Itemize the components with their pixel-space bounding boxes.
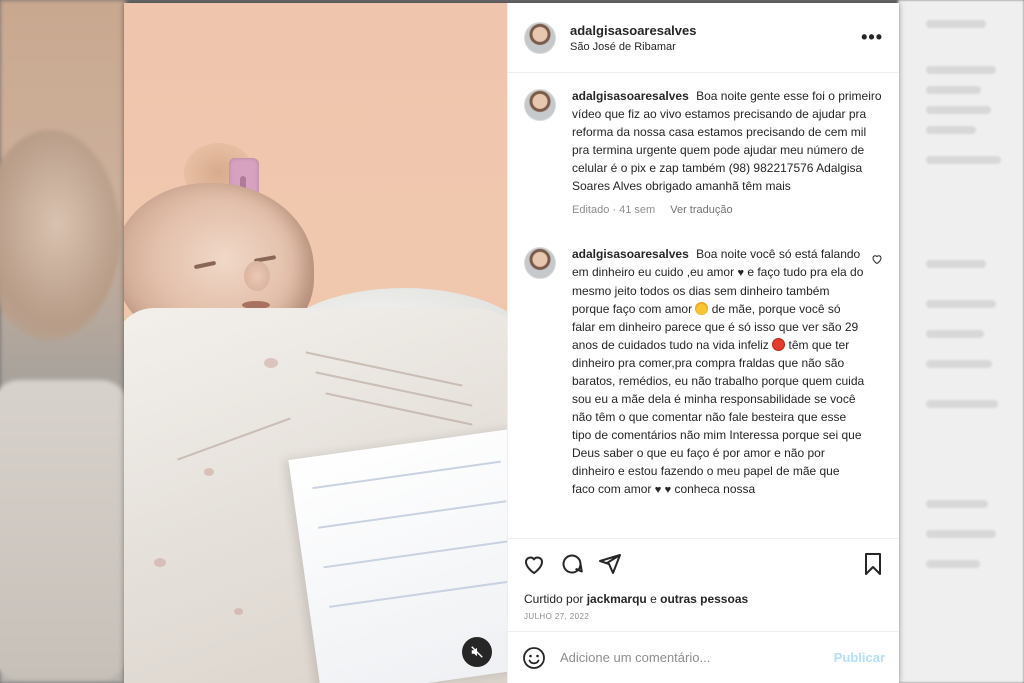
diaper-stripe (329, 579, 507, 608)
blanket-fold (325, 392, 473, 426)
bookmark-icon[interactable] (861, 552, 885, 576)
diaper-stripe (323, 539, 507, 569)
blanket-stain (154, 558, 166, 567)
post-modal: adalgisasoaresalves São José de Ribamar … (124, 3, 899, 683)
caption-text: Boa noite gente esse foi o primeiro víde… (572, 89, 882, 193)
post-side-panel: adalgisasoaresalves São José de Ribamar … (507, 3, 899, 683)
comment: adalgisasoaresalves Boa noite você só es… (524, 245, 883, 499)
like-comment-heart-icon[interactable] (871, 253, 883, 265)
likes-prefix: Curtido por (524, 592, 584, 606)
translate-link[interactable]: Ver tradução (670, 204, 732, 216)
blurred-text-line (926, 500, 988, 508)
others-link[interactable]: outras pessoas (660, 592, 748, 606)
blurred-background-right (898, 0, 1024, 683)
edited-label: Editado · 41 sem (572, 204, 656, 216)
black-heart-emoji: ♥ (664, 484, 672, 496)
comment-text-4: têm que ter dinheiro pra comer,pra compr… (572, 338, 865, 496)
blanket-stain (234, 608, 243, 615)
blurred-face-shape (0, 130, 120, 340)
post-username[interactable]: adalgisasoaresalves (570, 23, 861, 38)
blurred-background-left (0, 0, 130, 683)
nose (244, 261, 270, 291)
blurred-text-line (926, 530, 996, 538)
paper-plane-icon[interactable] (598, 552, 622, 576)
blurred-text-line (926, 156, 1001, 164)
black-heart-emoji: ♥ (654, 484, 662, 496)
actions-bar (508, 538, 899, 588)
liker-username[interactable]: jackmarqu (587, 592, 647, 606)
blurred-sheet-shape (0, 380, 130, 680)
add-comment-bar: Publicar (508, 631, 899, 683)
blurred-text-line (926, 86, 981, 94)
mute-button[interactable] (462, 637, 492, 667)
more-options-icon[interactable]: ••• (861, 27, 883, 48)
blurred-text-line (926, 260, 986, 268)
comment-username[interactable]: adalgisasoaresalves (572, 247, 689, 261)
post-header: adalgisasoaresalves São José de Ribamar … (508, 3, 899, 73)
angry-face-emoji (772, 338, 786, 351)
heart-eyes-emoji (695, 302, 709, 315)
comment-input[interactable] (560, 650, 834, 665)
blurred-text-line (926, 560, 980, 568)
post-video[interactable] (124, 3, 507, 683)
blanket-fold (315, 371, 473, 407)
blurred-text-line (926, 360, 992, 368)
post-date[interactable]: JULHO 27, 2022 (508, 606, 899, 631)
blurred-text-line (926, 106, 991, 114)
emoji-icon[interactable] (522, 646, 546, 670)
black-heart-emoji: ♥ (737, 267, 744, 279)
comment-icon[interactable] (560, 552, 584, 576)
blanket-stain (204, 468, 214, 476)
post-location[interactable]: São José de Ribamar (570, 41, 861, 53)
blurred-text-line (926, 330, 984, 338)
blurred-text-line (926, 20, 986, 28)
comment-body: adalgisasoaresalves Boa noite você só es… (572, 245, 865, 499)
caption: adalgisasoaresalves Boa noite gente esse… (524, 87, 883, 219)
blurred-text-line (926, 66, 996, 74)
publish-button[interactable]: Publicar (834, 650, 885, 665)
blurred-text-line (926, 300, 996, 308)
avatar[interactable] (524, 21, 556, 54)
avatar[interactable] (524, 89, 556, 121)
blurred-text-line (926, 126, 976, 134)
closed-eye (193, 260, 217, 270)
comments-list: adalgisasoaresalves Boa noite gente esse… (508, 73, 899, 538)
avatar[interactable] (524, 247, 556, 279)
diaper-stripe (312, 460, 501, 490)
heart-icon[interactable] (522, 552, 546, 576)
blanket-stain (264, 358, 278, 368)
caption-username[interactable]: adalgisasoaresalves (572, 89, 689, 103)
caption-body: adalgisasoaresalves Boa noite gente esse… (572, 87, 883, 219)
caption-meta: Editado · 41 sem Ver tradução (572, 201, 883, 219)
blanket-fold (305, 351, 463, 387)
diaper-stripe (317, 500, 507, 529)
muted-speaker-icon (471, 646, 483, 658)
blurred-text-line (926, 400, 998, 408)
comment-text-5: conheca nossa (674, 482, 756, 496)
blanket-fold (177, 417, 291, 461)
header-text: adalgisasoaresalves São José de Ribamar (570, 23, 861, 53)
likes-conjunction: e (650, 592, 657, 606)
likes-line: Curtido por jackmarqu e outras pessoas (508, 588, 899, 606)
